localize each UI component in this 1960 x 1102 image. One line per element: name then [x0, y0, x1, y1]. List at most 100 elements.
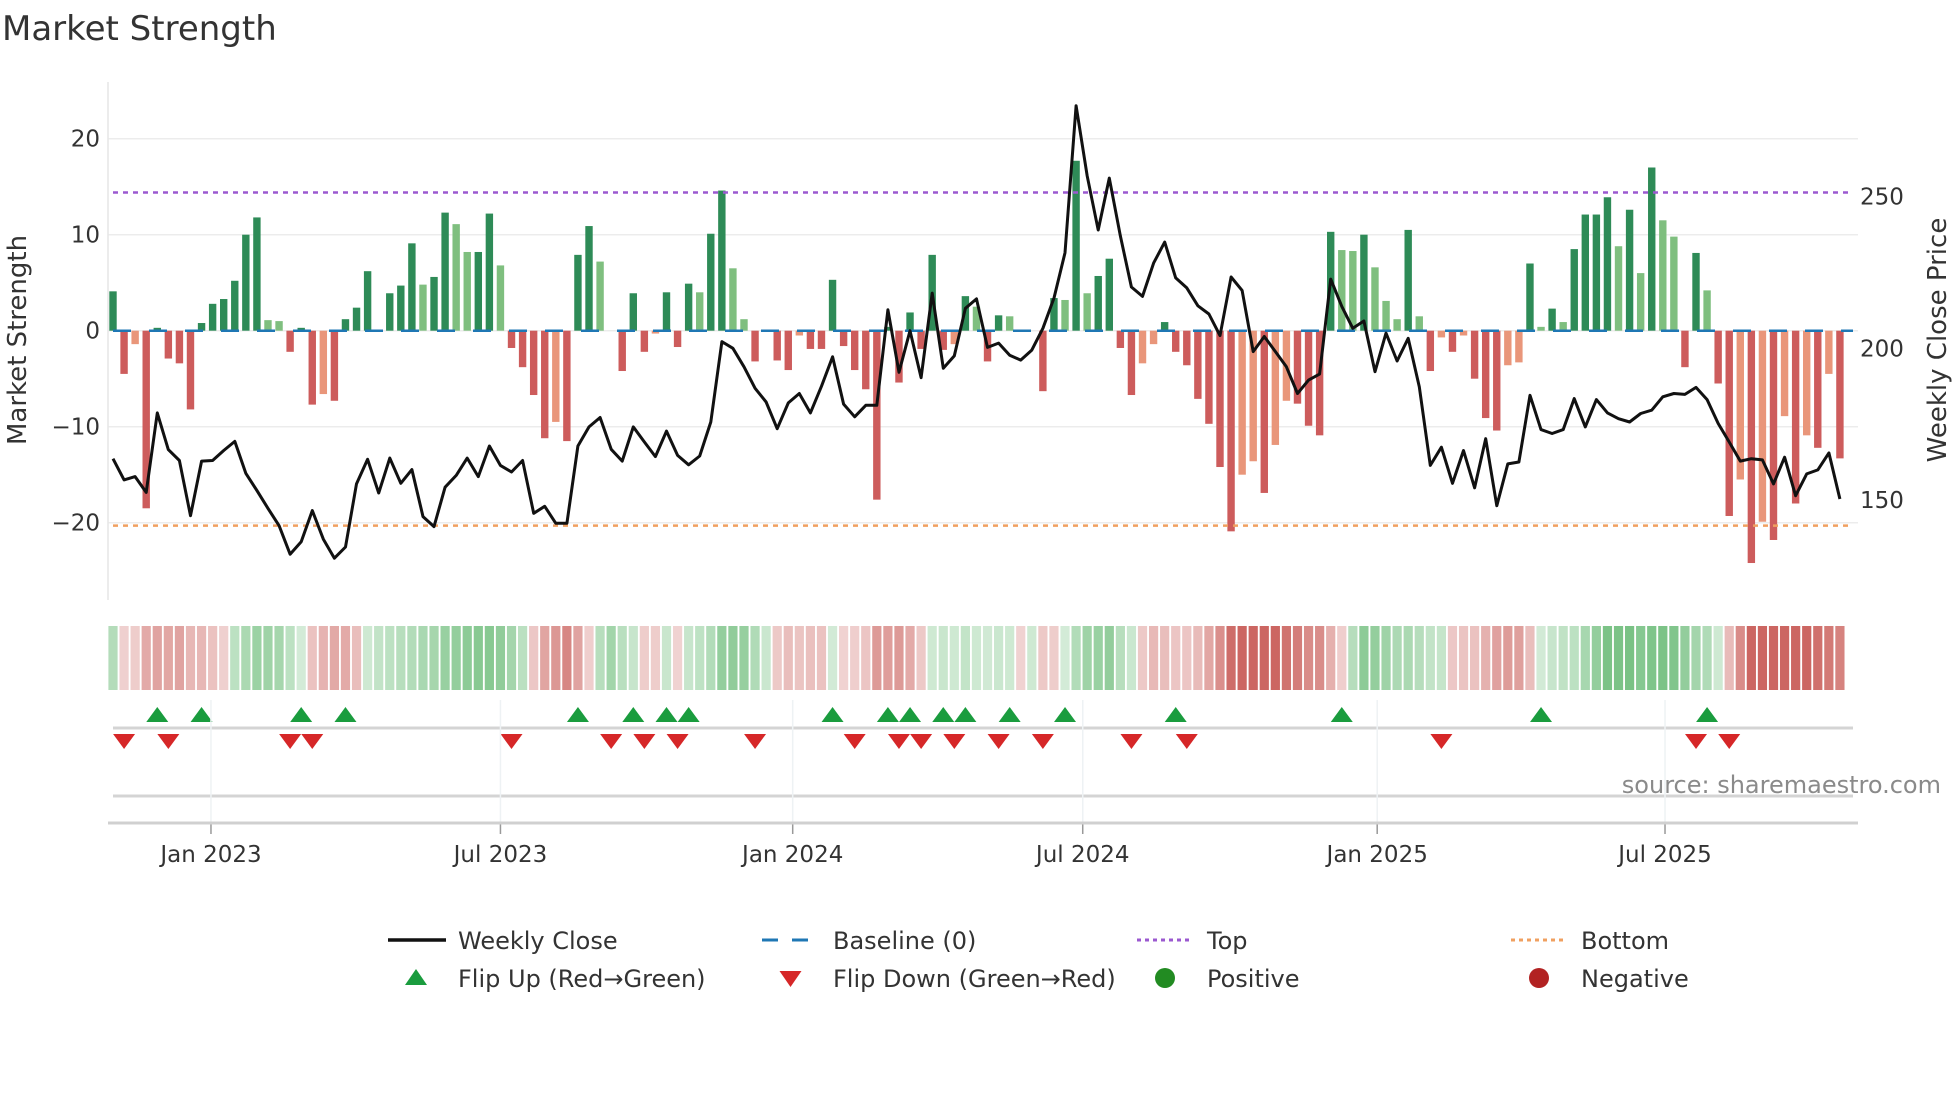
strip-cell: [185, 626, 196, 690]
flip-down-marker: [157, 734, 180, 749]
negative-bar: [1481, 330, 1490, 419]
negative-bar: [1116, 330, 1125, 348]
positive-bar: [441, 212, 449, 331]
strength-heat-strip: [108, 626, 1845, 690]
strip-cell: [351, 626, 362, 690]
chart-title: Market Strength: [2, 9, 277, 49]
strip-cell: [529, 626, 539, 690]
negative-bar: [507, 330, 516, 348]
strip-cell: [418, 626, 428, 690]
flip-down-marker: [987, 734, 1010, 749]
negative-bar: [164, 330, 173, 359]
strip-cell: [816, 626, 827, 690]
legend-label: Positive: [1207, 965, 1300, 993]
negative-bar: [1127, 330, 1136, 396]
strip-cell: [1038, 626, 1048, 690]
negative-bar: [1504, 330, 1512, 366]
negative-bar: [1758, 330, 1767, 522]
strip-cell: [1647, 626, 1657, 690]
negative-bar: [817, 330, 826, 349]
strip-cell: [495, 626, 506, 690]
positive-bar: [1537, 326, 1545, 331]
strip-cell: [994, 626, 1004, 690]
strip-cell: [363, 626, 373, 690]
negative-bar: [563, 330, 571, 442]
strip-cell: [517, 626, 528, 690]
positive-bar: [574, 254, 582, 331]
strip-cell: [1226, 626, 1236, 690]
strip-cell: [1724, 626, 1734, 690]
legend-label: Baseline (0): [833, 927, 976, 955]
strip-cell: [540, 626, 550, 690]
positive-bar: [1581, 214, 1590, 331]
strip-cell: [805, 626, 816, 690]
strip-cell: [617, 626, 627, 690]
strip-cell: [960, 626, 970, 690]
positive-bar: [1659, 220, 1667, 331]
strip-cell: [1691, 626, 1701, 690]
strip-cell: [1558, 626, 1568, 690]
positive-bar: [1636, 273, 1645, 331]
strip-cell: [606, 626, 616, 690]
strip-cell: [827, 626, 838, 690]
negative-bar: [1470, 330, 1479, 379]
strip-cell: [861, 626, 871, 690]
positive-bar: [629, 293, 637, 331]
strip-cell: [1536, 626, 1546, 690]
strip-cell: [141, 626, 151, 690]
negative-bar: [1825, 330, 1833, 374]
strength-bars: [109, 160, 1844, 564]
flip-up-marker: [1054, 707, 1077, 722]
strip-cell: [1791, 626, 1801, 690]
strip-cell: [1315, 626, 1325, 690]
strip-cell: [706, 626, 716, 690]
strip-cell: [429, 626, 439, 690]
strip-cell: [1049, 626, 1059, 690]
positive-bar: [419, 284, 427, 331]
negative-bar: [1172, 330, 1180, 352]
negative-bar: [1194, 330, 1202, 399]
strip-cell: [274, 626, 284, 690]
flip-up-marker: [190, 707, 213, 722]
positive-bar: [585, 226, 593, 331]
positive-bar: [363, 271, 372, 331]
y-axis-left: 20 10 0 −10 −20: [51, 127, 100, 537]
strip-cell: [1259, 626, 1269, 690]
positive-bar: [408, 243, 416, 331]
flip-up-marker: [1530, 707, 1553, 722]
positive-bar: [397, 285, 405, 331]
positive-bar: [729, 268, 737, 331]
negative-bar: [1803, 330, 1811, 436]
strip-cell: [661, 626, 672, 690]
strip-cell: [684, 626, 694, 690]
strip-cell: [1292, 626, 1303, 690]
y2-tick-label: 200: [1860, 336, 1904, 362]
positive-bar: [253, 217, 261, 331]
strip-cell: [1303, 626, 1314, 690]
y-tick-label: 10: [71, 223, 100, 249]
flip-down-marker: [500, 734, 523, 749]
strip-cell: [1602, 626, 1613, 690]
negative-bar: [839, 330, 848, 347]
strip-cell: [1757, 626, 1768, 690]
positive-bar: [828, 279, 837, 331]
y-axis-right: 250 200 150: [1860, 185, 1904, 514]
strip-cell: [1326, 626, 1336, 690]
negative-bar: [850, 330, 859, 371]
strip-cell: [639, 626, 649, 690]
flip-up-marker: [146, 707, 169, 722]
strip-cell: [1447, 626, 1458, 690]
negative-bar: [1205, 330, 1213, 424]
flip-up-marker: [1696, 707, 1719, 722]
gridlines: [107, 82, 1858, 600]
negative-bar: [1448, 330, 1457, 352]
positive-bar: [430, 276, 438, 331]
negative-bar: [186, 330, 195, 410]
legend-label: Flip Down (Green→Red): [833, 965, 1116, 993]
negative-bar: [1260, 330, 1268, 493]
strip-cell: [1514, 626, 1524, 690]
flip-up-marker: [290, 707, 313, 722]
negative-bar: [1681, 330, 1689, 368]
flip-down-marker: [1718, 734, 1741, 749]
strip-cell: [484, 626, 494, 690]
